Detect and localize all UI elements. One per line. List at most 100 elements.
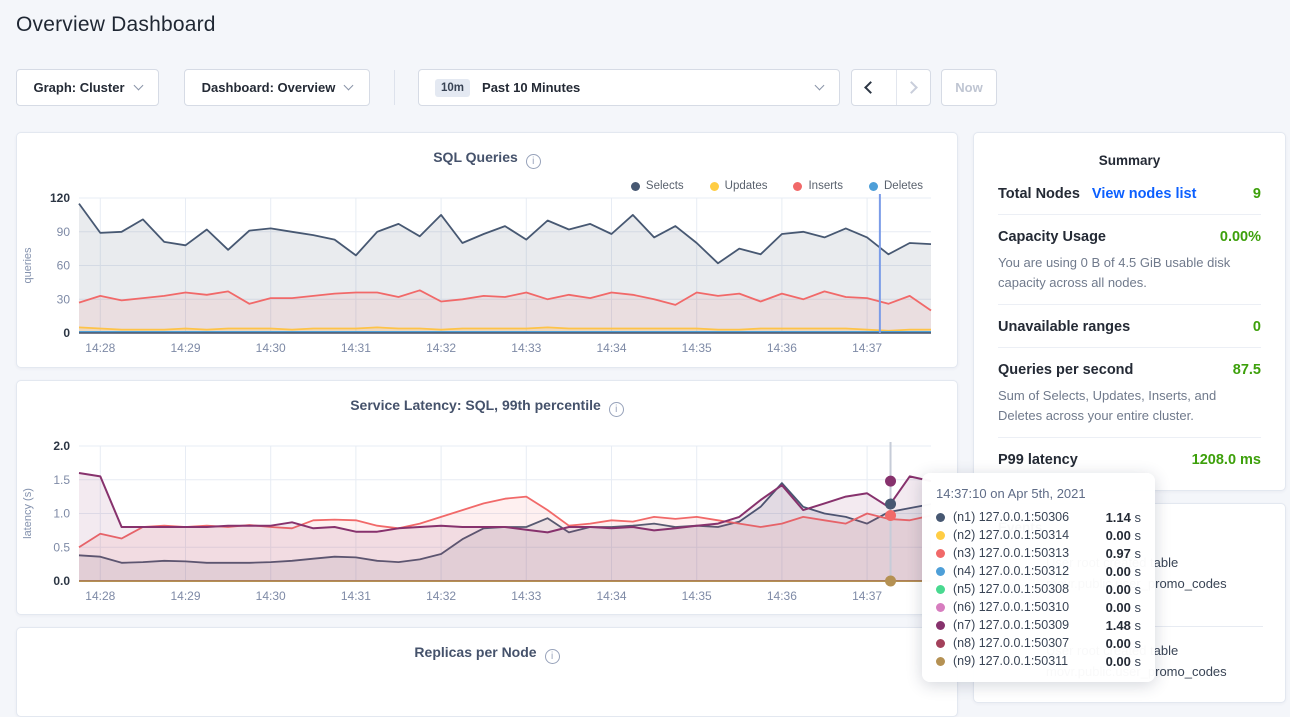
chevron-right-icon — [905, 81, 918, 94]
node-latency-unit: s — [1131, 618, 1141, 633]
time-next-button[interactable] — [896, 70, 930, 105]
node-address: (n6) 127.0.0.1:50310 — [953, 600, 1069, 614]
info-icon[interactable]: i — [526, 154, 541, 169]
chart-hover-tooltip: 14:37:10 on Apr 5th, 2021 (n1) 127.0.0.1… — [922, 473, 1155, 682]
node-color-dot — [936, 549, 945, 558]
node-latency-value: 0.00 s — [1106, 564, 1141, 579]
node-color-dot — [936, 657, 945, 666]
legend-item-selects[interactable]: Selects — [631, 180, 684, 192]
p99-latency-value: 1208.0 ms — [1192, 452, 1261, 468]
y-tick-label: 0.0 — [53, 574, 70, 588]
x-tick-label: 14:37 — [852, 341, 882, 355]
node-address: (n3) 127.0.0.1:50313 — [953, 546, 1069, 560]
x-tick-label: 14:36 — [767, 341, 797, 355]
tooltip-row: (n7) 127.0.0.1:50309 1.48 s — [936, 616, 1141, 634]
x-tick-label: 14:31 — [341, 589, 371, 603]
node-latency-value: 1.48 s — [1106, 618, 1141, 633]
node-latency-value: 0.00 s — [1106, 582, 1141, 597]
x-tick-label: 14:34 — [596, 589, 626, 603]
capacity-usage-label: Capacity Usage — [998, 229, 1106, 245]
x-tick-label: 14:30 — [256, 589, 286, 603]
node-latency-unit: s — [1131, 510, 1141, 525]
tooltip-row: (n4) 127.0.0.1:503120.00 s — [936, 562, 1141, 580]
node-address: (n8) 127.0.0.1:50307 — [953, 636, 1069, 650]
now-button[interactable]: Now — [941, 69, 997, 106]
info-icon[interactable]: i — [609, 402, 624, 417]
service-latency-card: Service Latency: SQL, 99th percentilei 1… — [16, 380, 958, 615]
node-latency-value: 0.00 s — [1106, 654, 1141, 669]
replicas-per-node-chart-title: Replicas per Node — [414, 644, 536, 660]
x-tick-label: 14:32 — [426, 589, 456, 603]
x-tick-label: 14:33 — [511, 341, 541, 355]
node-color-dot — [936, 621, 945, 630]
chevron-down-icon — [133, 81, 143, 91]
total-nodes-label: Total Nodes — [998, 186, 1080, 202]
node-latency-unit: s — [1131, 528, 1141, 543]
dashboard-dropdown[interactable]: Dashboard: Overview — [184, 69, 370, 106]
node-latency-value: 1.14 s — [1106, 510, 1141, 525]
time-prev-button[interactable] — [852, 70, 886, 105]
node-color-dot — [936, 639, 945, 648]
crosshair-marker — [885, 576, 896, 587]
tooltip-row: (n8) 127.0.0.1:503070.00 s — [936, 634, 1141, 652]
queries-per-second-label: Queries per second — [998, 362, 1133, 378]
node-address: (n2) 127.0.0.1:50314 — [953, 528, 1069, 542]
time-range-badge: 10m — [435, 79, 470, 97]
legend-dot — [869, 182, 878, 191]
x-tick-label: 14:29 — [170, 589, 200, 603]
y-tick-label: 30 — [57, 292, 71, 306]
legend-item-deletes[interactable]: Deletes — [869, 180, 923, 192]
x-tick-label: 14:28 — [85, 589, 115, 603]
node-address: (n7) 127.0.0.1:50309 — [953, 618, 1069, 632]
legend-item-inserts[interactable]: Inserts — [793, 180, 843, 192]
total-nodes-value: 9 — [1253, 186, 1261, 202]
node-address: (n9) 127.0.0.1:50311 — [953, 654, 1068, 668]
tooltip-row: (n6) 127.0.0.1:503100.00 s — [936, 598, 1141, 616]
replicas-per-node-card: Replicas per Node i — [16, 627, 958, 717]
y-tick-label: 0.5 — [53, 540, 70, 554]
tooltip-timestamp: 14:37:10 on Apr 5th, 2021 — [936, 486, 1141, 501]
summary-panel: Summary Total Nodes View nodes list 9 Ca… — [973, 132, 1286, 491]
capacity-usage-value: 0.00% — [1220, 229, 1261, 245]
sql-queries-card: SQL Queries i Selects Updates Inserts Delete… — [16, 132, 958, 368]
info-icon[interactable]: i — [545, 649, 560, 664]
x-tick-label: 14:28 — [85, 341, 115, 355]
x-tick-label: 14:31 — [341, 341, 371, 355]
summary-section-unavailable-ranges: Unavailable ranges 0 — [998, 304, 1261, 347]
crosshair-marker — [885, 499, 896, 510]
node-latency-unit: s — [1131, 564, 1141, 579]
tooltip-rows: (n1) 127.0.0.1:503061.14 s(n2) 127.0.0.1… — [936, 508, 1141, 670]
node-color-dot — [936, 567, 945, 576]
sql-queries-chart[interactable]: 14:2814:2914:3014:3114:3214:3314:3414:35… — [17, 193, 959, 363]
tooltip-row: (n3) 127.0.0.1:50313 0.97 s — [936, 544, 1141, 562]
x-tick-label: 14:35 — [682, 589, 712, 603]
x-tick-label: 14:37 — [852, 589, 882, 603]
capacity-usage-description: You are using 0 B of 4.5 GiB usable disk… — [998, 253, 1261, 292]
y-tick-label: 0 — [63, 326, 70, 340]
graph-dropdown[interactable]: Graph: Cluster — [16, 69, 159, 106]
view-nodes-list-link[interactable]: View nodes list — [1092, 186, 1197, 202]
y-tick-label: 90 — [57, 225, 71, 239]
legend-dot — [631, 182, 640, 191]
service-latency-chart[interactable]: 14:2814:2914:3014:3114:3214:3314:3414:35… — [17, 441, 959, 611]
legend-label: Deletes — [884, 180, 923, 192]
unavailable-ranges-value: 0 — [1253, 319, 1261, 335]
queries-per-second-value: 87.5 — [1233, 362, 1261, 378]
crosshair-marker — [885, 476, 896, 487]
node-latency-unit: s — [1131, 582, 1141, 597]
node-latency-value: 0.97 s — [1106, 546, 1141, 561]
p99-latency-label: P99 latency — [998, 452, 1078, 468]
sql-queries-chart-title: SQL Queries — [433, 149, 518, 165]
chevron-left-icon — [865, 81, 878, 94]
legend-label: Selects — [646, 180, 684, 192]
y-tick-label: 1.0 — [53, 507, 70, 521]
tooltip-row: (n5) 127.0.0.1:503080.00 s — [936, 580, 1141, 598]
legend-item-updates[interactable]: Updates — [710, 180, 768, 192]
legend-label: Inserts — [808, 180, 843, 192]
sql-queries-legend: Selects Updates Inserts Deletes — [631, 180, 923, 192]
time-range-select[interactable]: 10m Past 10 Minutes — [418, 69, 840, 106]
queries-per-second-description: Sum of Selects, Updates, Inserts, and De… — [998, 386, 1261, 425]
summary-body: Total Nodes View nodes list 9 Capacity U… — [974, 172, 1285, 480]
y-tick-label: 1.5 — [53, 473, 70, 487]
graph-dropdown-label: Graph: Cluster — [33, 80, 124, 95]
